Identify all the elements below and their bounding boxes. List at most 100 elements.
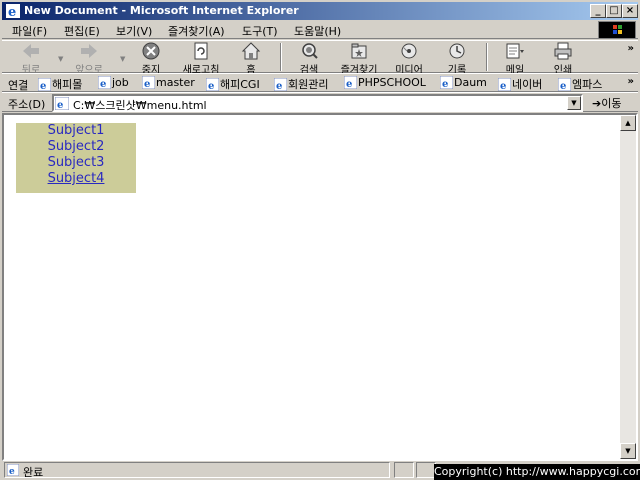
svg-text:e: e [9, 467, 15, 476]
scroll-up-icon[interactable]: ▲ [620, 115, 636, 131]
forward-dropdown-icon[interactable]: ▼ [120, 55, 128, 63]
status-panel [394, 462, 414, 478]
ie-page-icon: e [344, 76, 357, 89]
forward-button[interactable]: 앞으로 [66, 42, 112, 76]
stop-button[interactable]: 중지 [128, 42, 174, 76]
menu-favorites[interactable]: 즐겨찾기(A) [168, 23, 225, 39]
svg-text:e: e [208, 81, 214, 91]
svg-text:e: e [144, 79, 150, 89]
link-empas[interactable]: e 엠파스 [558, 76, 602, 92]
links-label: 연결 [8, 79, 29, 92]
link-label: PHPSCHOOL [358, 76, 426, 89]
scroll-down-icon[interactable]: ▼ [620, 443, 636, 459]
maximize-button[interactable]: □ [606, 4, 622, 18]
title-bar[interactable]: e New Document - Microsoft Internet Expl… [2, 2, 638, 20]
ie-page-icon: e [38, 78, 51, 91]
back-dropdown-icon[interactable]: ▼ [58, 55, 66, 63]
copyright-watermark: Copyright(c) http://www.happycgi.com [434, 464, 640, 480]
close-button[interactable]: × [622, 4, 638, 18]
menu-edit[interactable]: 편집(E) [64, 23, 100, 39]
link-label: job [112, 76, 129, 89]
refresh-button[interactable]: 새로고침 [178, 42, 224, 76]
print-button[interactable]: 인쇄 [540, 42, 586, 76]
toolbar-overflow-icon[interactable]: » [628, 43, 634, 54]
toolbar-separator [280, 43, 282, 71]
ie-page-icon: e [142, 76, 155, 89]
status-panel [416, 462, 436, 478]
ie-page-icon: e [98, 76, 111, 89]
links-overflow-icon[interactable]: » [628, 76, 634, 87]
link-label: 네이버 [512, 78, 543, 91]
link-label: 회원관리 [288, 78, 329, 91]
window-title: New Document - Microsoft Internet Explor… [24, 4, 299, 17]
address-input[interactable]: e C:₩스크린샷₩menu.html ▼ [52, 94, 583, 112]
ie-logo-icon: e [6, 4, 20, 19]
ie-page-icon: e [206, 78, 219, 91]
media-button[interactable]: 미디어 [386, 42, 432, 76]
link-label: 해피몰 [52, 78, 83, 91]
back-button[interactable]: 뒤로 [8, 42, 54, 76]
media-icon [401, 43, 417, 59]
link-job[interactable]: e job [98, 76, 129, 89]
ie-page-icon: e [440, 76, 453, 89]
link-happymall[interactable]: e 해피몰 [38, 76, 82, 92]
ie-page-icon: e [7, 464, 19, 476]
menu-tools[interactable]: 도구(T) [242, 23, 278, 39]
menu-file[interactable]: 파일(F) [12, 23, 47, 39]
menu-bar: 파일(F) 편집(E) 보기(V) 즐겨찾기(A) 도구(T) 도움말(H) [2, 20, 638, 39]
status-message: e 완료 [4, 462, 390, 479]
mail-icon [506, 43, 524, 59]
history-icon [449, 43, 465, 59]
link-phpschool[interactable]: e PHPSCHOOL [344, 76, 426, 89]
link-label: 해피CGI [220, 78, 260, 91]
svg-text:e: e [8, 5, 16, 19]
stop-icon [142, 42, 160, 60]
address-bar: 주소(D) e C:₩스크린샷₩menu.html ▼ ➔이동 [2, 92, 638, 112]
svg-text:e: e [346, 79, 352, 89]
svg-text:e: e [100, 79, 106, 89]
address-dropdown-icon[interactable]: ▼ [567, 96, 581, 110]
link-happycgi[interactable]: e 해피CGI [206, 76, 260, 92]
address-label: 주소(D) [8, 98, 46, 111]
menu-link-subject2[interactable]: Subject2 [16, 139, 136, 155]
print-icon [554, 42, 572, 60]
back-arrow-icon [23, 44, 39, 58]
toolbar-separator [486, 43, 488, 71]
link-daum[interactable]: e Daum [440, 76, 487, 89]
ie-page-icon: e [55, 97, 69, 110]
svg-text:e: e [442, 79, 448, 89]
favorites-button[interactable]: 즐겨찾기 [336, 42, 382, 76]
link-label: Daum [454, 76, 487, 89]
links-bar: 연결 e 해피몰 e job e master e 해피CGI e 회원관리 e PHPSC… [2, 73, 638, 92]
link-member-admin[interactable]: e 회원관리 [274, 76, 328, 92]
svg-text:e: e [57, 100, 63, 110]
search-button[interactable]: 검색 [286, 42, 332, 76]
menu-link-subject1[interactable]: Subject1 [16, 123, 136, 139]
browser-window: e New Document - Microsoft Internet Expl… [0, 0, 640, 480]
activity-throbber [598, 21, 636, 39]
link-label: master [156, 76, 195, 89]
go-button[interactable]: ➔이동 [592, 95, 621, 111]
ie-page-icon: e [498, 78, 511, 91]
menu-link-subject3[interactable]: Subject3 [16, 155, 136, 171]
mail-button[interactable]: 메일 [492, 42, 538, 76]
home-icon [241, 42, 261, 60]
link-naver[interactable]: e 네이버 [498, 76, 542, 92]
menu-view[interactable]: 보기(V) [116, 23, 152, 39]
minimize-button[interactable]: _ [590, 4, 606, 18]
search-icon [302, 43, 318, 59]
home-button[interactable]: 홈 [228, 42, 274, 76]
subject-menu: Subject1 Subject2 Subject3 Subject4 [16, 123, 136, 193]
menu-help[interactable]: 도움말(H) [294, 23, 341, 39]
svg-text:e: e [276, 81, 282, 91]
page-viewport[interactable]: Subject1 Subject2 Subject3 Subject4 ▲ ▼ [2, 113, 638, 461]
ie-page-icon: e [558, 78, 571, 91]
go-arrow-icon: ➔ [592, 97, 602, 110]
status-text: 완료 [23, 466, 44, 479]
history-button[interactable]: 기록 [434, 42, 480, 76]
go-label: 이동 [601, 97, 622, 110]
svg-text:e: e [560, 81, 566, 91]
link-master[interactable]: e master [142, 76, 195, 89]
vertical-scrollbar[interactable]: ▲ ▼ [620, 115, 636, 459]
menu-link-subject4[interactable]: Subject4 [16, 171, 136, 187]
